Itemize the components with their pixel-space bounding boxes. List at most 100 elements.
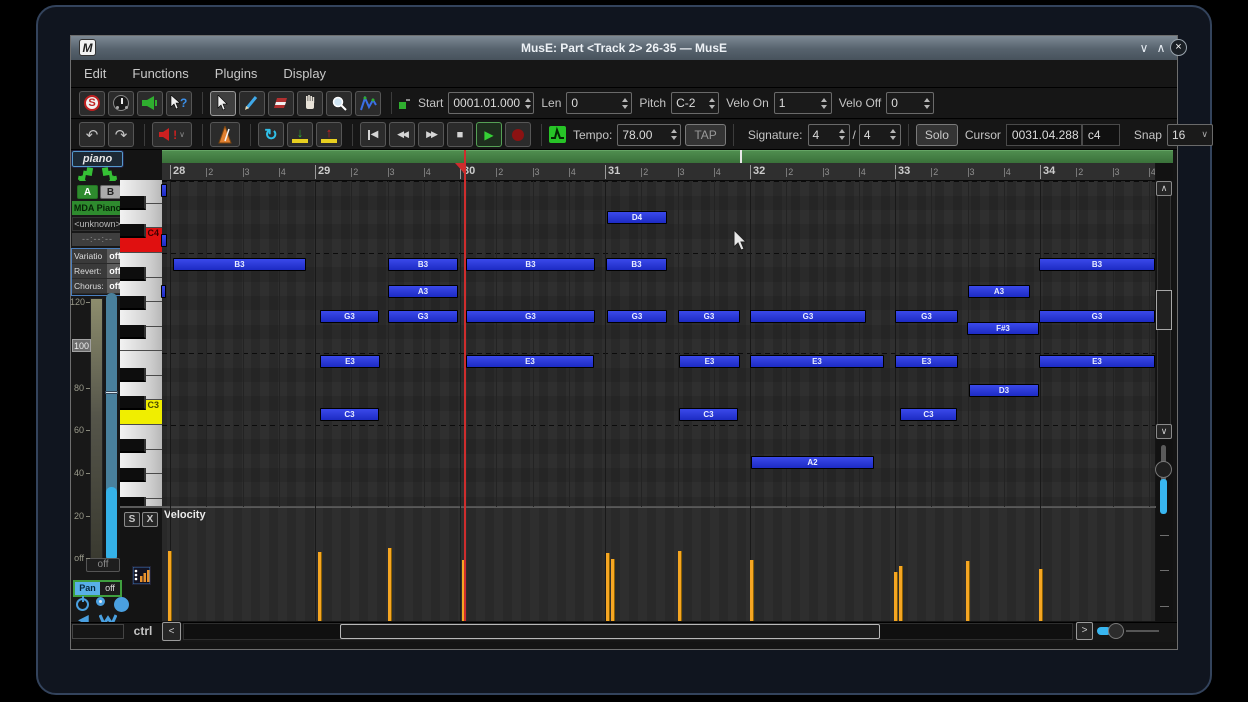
- timeline-ruler[interactable]: 28234292343023431234322343323434234: [162, 163, 1155, 181]
- maximize-icon[interactable]: ∧: [1152, 38, 1170, 58]
- menu-plugins[interactable]: Plugins: [215, 66, 258, 81]
- spinner-arrows[interactable]: [922, 97, 933, 109]
- zoom-tool-button[interactable]: [326, 90, 352, 116]
- midi-note[interactable]: B3: [1039, 258, 1155, 271]
- midi-note[interactable]: B3: [466, 258, 595, 271]
- spinner-arrows[interactable]: [889, 129, 900, 140]
- piano-key-black[interactable]: [120, 324, 146, 339]
- spinner-arrows[interactable]: [820, 97, 831, 109]
- midi-note[interactable]: C3: [679, 408, 738, 421]
- route-out-arrow-icon[interactable]: [99, 166, 119, 184]
- redo-button[interactable]: ↷: [108, 122, 134, 147]
- len-spinbox[interactable]: 0: [566, 92, 633, 114]
- velocity-slider-handle[interactable]: [105, 391, 118, 394]
- midi-control-row[interactable]: Chorus: off: [72, 279, 123, 294]
- spinner-arrows[interactable]: [620, 97, 631, 109]
- solo-button[interactable]: Solo: [915, 123, 958, 146]
- midi-thru-button[interactable]: [137, 90, 163, 116]
- midi-note[interactable]: C3: [320, 408, 379, 421]
- midi-note[interactable]: G3: [678, 310, 740, 323]
- velocity-bar[interactable]: [606, 553, 610, 621]
- play-button[interactable]: ▶: [476, 122, 502, 147]
- piano-key-black[interactable]: [120, 396, 146, 411]
- velocity-bar[interactable]: [966, 561, 970, 621]
- skip-to-start-button[interactable]: ◀: [360, 122, 386, 147]
- midi-note[interactable]: [161, 184, 167, 197]
- midi-note[interactable]: [161, 234, 167, 247]
- controller-s-button[interactable]: S: [124, 512, 140, 527]
- menu-functions[interactable]: Functions: [132, 66, 188, 81]
- vertical-scrollbar-thumb[interactable]: [1156, 290, 1172, 330]
- scroll-down-button[interactable]: ∨: [1156, 424, 1172, 439]
- hzoom-slider-knob[interactable]: [1108, 623, 1124, 639]
- shade-icon[interactable]: ∨: [1135, 38, 1153, 58]
- scroll-up-button[interactable]: ∧: [1156, 181, 1172, 196]
- vzoom-slider-knob[interactable]: [1155, 461, 1172, 478]
- route-in-arrow-icon[interactable]: [76, 166, 96, 184]
- midi-note[interactable]: B3: [173, 258, 306, 271]
- whats-this-button[interactable]: ?: [166, 90, 192, 116]
- snap-combobox[interactable]: 16 ∨: [1166, 123, 1213, 146]
- punch-out-button[interactable]: ↑: [316, 122, 342, 147]
- part-a-button[interactable]: A: [77, 185, 98, 199]
- loop-button[interactable]: ↻: [258, 122, 284, 147]
- dot-icon[interactable]: [114, 597, 129, 612]
- power-icon[interactable]: [76, 596, 89, 611]
- pan-tool-button[interactable]: [297, 90, 323, 116]
- scale-handle-100[interactable]: 100: [72, 339, 91, 352]
- midi-note[interactable]: E3: [1039, 355, 1155, 368]
- velocity-bar[interactable]: [899, 566, 903, 621]
- velocity-bar[interactable]: [678, 551, 682, 621]
- midi-note[interactable]: D4: [607, 211, 667, 224]
- midi-note[interactable]: F#3: [967, 322, 1039, 335]
- off-button[interactable]: off: [86, 558, 120, 572]
- midi-note[interactable]: A3: [388, 285, 458, 298]
- spinner-arrows[interactable]: [838, 129, 849, 140]
- part-b-button[interactable]: B: [100, 185, 121, 199]
- sig-numerator-spinbox[interactable]: 4: [807, 123, 850, 146]
- midi-note[interactable]: E3: [895, 355, 958, 368]
- velocity-bar[interactable]: [388, 548, 392, 621]
- spinner-arrows[interactable]: [669, 129, 680, 140]
- velo-off-spinbox[interactable]: 0: [886, 92, 935, 114]
- midi-note[interactable]: C3: [900, 408, 957, 421]
- menu-display[interactable]: Display: [283, 66, 326, 81]
- velocity-bar[interactable]: [750, 560, 754, 621]
- midi-control-row[interactable]: Revert: off: [72, 264, 123, 279]
- midi-note[interactable]: A2: [751, 456, 874, 469]
- solo-indicator-button[interactable]: S: [79, 90, 105, 116]
- horizontal-scrollbar-thumb[interactable]: [340, 624, 880, 639]
- stop-button[interactable]: ■: [447, 122, 473, 147]
- midi-note[interactable]: A3: [968, 285, 1030, 298]
- midi-note[interactable]: B3: [388, 258, 458, 271]
- scroll-left-button[interactable]: <: [162, 622, 181, 641]
- eraser-tool-button[interactable]: [268, 90, 294, 116]
- part-name-button[interactable]: piano: [71, 150, 124, 168]
- piano-key-black[interactable]: [120, 367, 146, 382]
- metronome-button[interactable]: [210, 122, 240, 147]
- instrument-name[interactable]: MDA Piano: [72, 201, 123, 215]
- midi-note[interactable]: E3: [320, 355, 380, 368]
- controller-select-icon[interactable]: [132, 566, 151, 585]
- midi-note[interactable]: G3: [466, 310, 595, 323]
- patch-name[interactable]: <unknown>: [72, 217, 123, 231]
- spinner-arrows[interactable]: [707, 97, 718, 109]
- piano-key-black[interactable]: [120, 267, 146, 282]
- midi-note[interactable]: G3: [320, 310, 379, 323]
- midi-note[interactable]: B3: [606, 258, 667, 271]
- panic-button[interactable]: ! ∨: [152, 122, 192, 147]
- tap-button[interactable]: TAP: [685, 123, 726, 146]
- scroll-right-button[interactable]: >: [1076, 622, 1093, 640]
- title-bar[interactable]: M MusE: Part <Track 2> 26-35 — MusE: [71, 36, 1177, 60]
- ring-icon[interactable]: [96, 597, 105, 606]
- midi-note[interactable]: [161, 285, 166, 298]
- start-spinbox[interactable]: 0001.01.000: [448, 92, 535, 114]
- midi-note[interactable]: G3: [895, 310, 958, 323]
- tempo-spinbox[interactable]: 78.00: [617, 123, 682, 146]
- record-button[interactable]: [505, 122, 531, 147]
- draw-line-tool-button[interactable]: [355, 90, 381, 116]
- part-strip[interactable]: [162, 150, 1173, 163]
- velocity-bar[interactable]: [611, 559, 615, 621]
- pitch-spinbox[interactable]: C-2: [671, 92, 720, 114]
- ctrl-button[interactable]: ctrl: [127, 623, 159, 640]
